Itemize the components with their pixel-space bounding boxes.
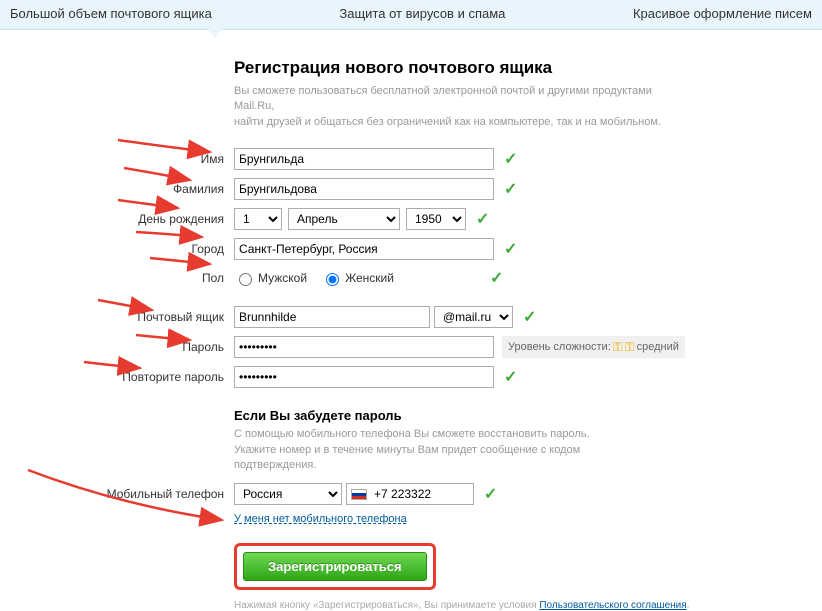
input-city[interactable] <box>234 238 494 260</box>
row-firstname: Имя ✓ <box>234 148 822 170</box>
label-firstname: Имя <box>54 152 224 166</box>
input-password2[interactable] <box>234 366 494 388</box>
radio-female[interactable] <box>326 273 339 286</box>
label-phone: Мобильный телефон <box>54 487 224 501</box>
top-bar: Большой объем почтового ящика Защита от … <box>0 0 822 30</box>
recovery-desc: С помощью мобильного телефона Вы сможете… <box>234 427 664 473</box>
register-highlight: Зарегистрироваться <box>234 543 436 590</box>
recovery-heading: Если Вы забудете пароль <box>234 408 822 423</box>
select-domain[interactable]: @mail.ru <box>434 306 513 328</box>
row-gender: Пол Мужской Женский ✓ <box>234 268 822 288</box>
label-city: Город <box>54 242 224 256</box>
select-month[interactable]: Апрель <box>288 208 400 230</box>
check-icon: ✓ <box>490 268 503 288</box>
row-password2: Повторите пароль ✓ <box>234 366 822 388</box>
radio-male-label[interactable]: Мужской <box>234 270 307 286</box>
label-mailbox: Почтовый ящик <box>54 310 224 324</box>
select-day[interactable]: 1 <box>234 208 282 230</box>
password-strength: Уровень сложности: ⚿ ⚿ средний <box>502 336 685 358</box>
agreement-footnote: Нажимая кнопку «Зарегистрироваться», Вы … <box>234 600 822 611</box>
input-lastname[interactable] <box>234 178 494 200</box>
page-title: Регистрация нового почтового ящика <box>234 58 822 78</box>
radio-female-label[interactable]: Женский <box>321 270 394 286</box>
radio-male[interactable] <box>239 273 252 286</box>
input-firstname[interactable] <box>234 148 494 170</box>
select-country[interactable]: Россия <box>234 483 342 505</box>
check-icon: ✓ <box>476 209 489 229</box>
no-phone-link[interactable]: У меня нет мобильного телефона <box>234 513 407 525</box>
label-birthday: День рождения <box>54 212 224 226</box>
register-button[interactable]: Зарегистрироваться <box>243 552 427 581</box>
page-description: Вы сможете пользоваться бесплатной элект… <box>234 84 664 130</box>
row-phone: Мобильный телефон Россия ✓ <box>234 483 822 505</box>
label-gender: Пол <box>54 271 224 285</box>
key-icon: ⚿ <box>625 339 635 355</box>
row-birthday: День рождения 1 Апрель 1950 ✓ <box>234 208 822 230</box>
input-phone[interactable] <box>370 485 460 503</box>
check-icon: ✓ <box>484 484 497 504</box>
check-icon: ✓ <box>504 239 517 259</box>
row-city: Город ✓ <box>234 238 822 260</box>
check-icon: ✓ <box>504 179 517 199</box>
input-mailbox[interactable] <box>234 306 430 328</box>
agreement-link[interactable]: Пользовательского соглашения <box>539 600 686 611</box>
check-icon: ✓ <box>504 367 517 387</box>
row-mailbox: Почтовый ящик @mail.ru ✓ <box>234 306 822 328</box>
label-lastname: Фамилия <box>54 182 224 196</box>
input-password[interactable] <box>234 336 494 358</box>
label-password: Пароль <box>54 340 224 354</box>
select-year[interactable]: 1950 <box>406 208 466 230</box>
check-icon: ✓ <box>523 307 536 327</box>
key-icon: ⚿ <box>613 339 623 355</box>
topbar-left: Большой объем почтового ящика <box>10 6 212 21</box>
check-icon: ✓ <box>504 149 517 169</box>
phone-input-wrap <box>346 483 474 505</box>
row-lastname: Фамилия ✓ <box>234 178 822 200</box>
flag-ru-icon <box>351 489 367 500</box>
topbar-center: Защита от вирусов и спама <box>339 6 505 21</box>
topbar-right: Красивое оформление писем <box>633 6 812 21</box>
row-password: Пароль Уровень сложности: ⚿ ⚿ средний <box>234 336 822 358</box>
label-password2: Повторите пароль <box>54 370 224 384</box>
